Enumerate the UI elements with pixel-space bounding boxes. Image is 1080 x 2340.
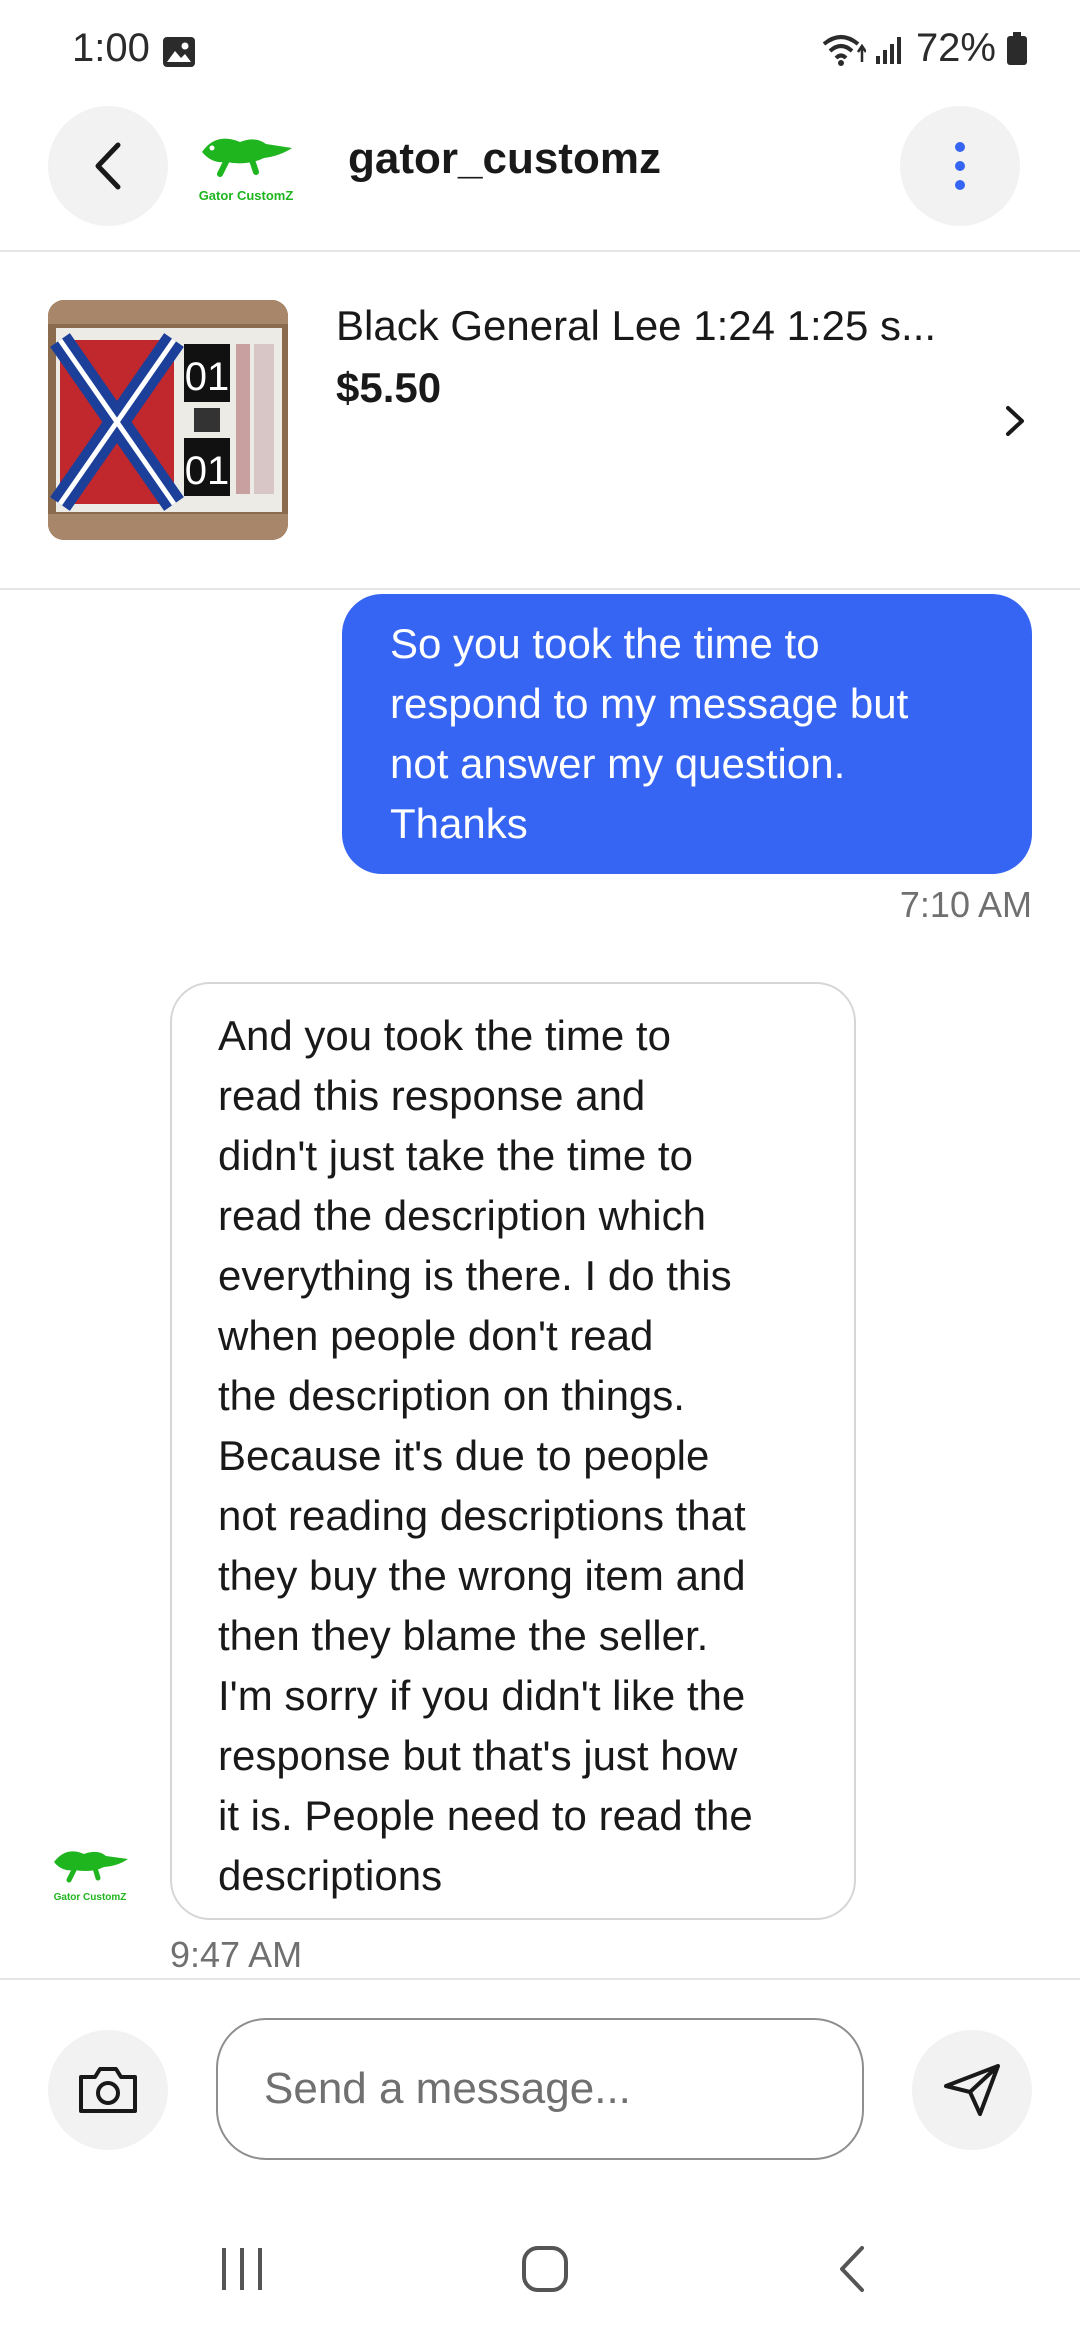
svg-text:01: 01 bbox=[185, 449, 230, 493]
item-thumbnail[interactable]: 01 01 bbox=[48, 300, 288, 540]
message-line: not answer my question. bbox=[390, 740, 846, 787]
logo-text: Gator CustomZ bbox=[199, 188, 294, 203]
message-line: then they blame the seller. bbox=[218, 1612, 709, 1659]
chevron-right-icon[interactable] bbox=[996, 396, 1036, 446]
send-button[interactable] bbox=[912, 2030, 1032, 2150]
status-time: 1:00 bbox=[72, 26, 150, 70]
more-vertical-icon bbox=[955, 142, 965, 190]
message-line: I'm sorry if you didn't like the bbox=[218, 1672, 746, 1719]
message-line: not reading descriptions that bbox=[218, 1492, 746, 1539]
conversation-header: Gator CustomZ gator_customz bbox=[0, 100, 1080, 252]
battery-percentage: 72% bbox=[915, 26, 996, 70]
incoming-message-time: 9:47 AM bbox=[170, 1934, 303, 1975]
decal-sheet-image: 01 01 bbox=[48, 300, 288, 540]
back-button[interactable] bbox=[48, 106, 168, 226]
message-line: descriptions bbox=[218, 1852, 443, 1899]
message-line: the description on things. bbox=[218, 1372, 685, 1419]
message-line: response but that's just how bbox=[218, 1732, 738, 1779]
message-line: didn't just take the time to bbox=[218, 1132, 693, 1179]
message-input[interactable] bbox=[216, 2018, 864, 2160]
message-line: read the description which bbox=[218, 1192, 706, 1239]
outgoing-message-bubble[interactable]: So you took the time to respond to my me… bbox=[342, 594, 1032, 874]
message-line: it is. People need to read the bbox=[218, 1792, 753, 1839]
more-options-button[interactable] bbox=[900, 106, 1020, 226]
message-line: they buy the wrong item and bbox=[218, 1552, 746, 1599]
home-icon[interactable] bbox=[520, 2244, 570, 2294]
image-icon bbox=[163, 37, 195, 67]
status-icons: 72% bbox=[820, 26, 1028, 71]
item-title[interactable]: Black General Lee 1:24 1:25 s... bbox=[336, 302, 936, 350]
avatar-logo-text: Gator CustomZ bbox=[54, 1892, 127, 1903]
item-card[interactable]: 01 01 Black General Lee 1:24 1:25 s... $… bbox=[0, 252, 1080, 590]
message-line: So you took the time to bbox=[390, 620, 820, 667]
seller-logo[interactable]: Gator CustomZ bbox=[196, 122, 296, 204]
message-line: read this response and bbox=[218, 1072, 646, 1119]
message-line: respond to my message but bbox=[390, 680, 909, 727]
wifi-icon bbox=[822, 34, 866, 66]
outgoing-message-time: 7:10 AM bbox=[899, 884, 1032, 925]
send-icon bbox=[944, 2064, 1000, 2116]
message-composer bbox=[0, 1978, 1080, 2180]
camera-button[interactable] bbox=[48, 2030, 168, 2150]
seller-name[interactable]: gator_customz bbox=[348, 134, 661, 184]
message-line: when people don't read bbox=[218, 1312, 654, 1359]
incoming-message-bubble[interactable]: And you took the time to read this respo… bbox=[170, 982, 856, 1920]
seller-avatar[interactable]: Gator CustomZ bbox=[50, 1838, 130, 1904]
signal-icon bbox=[875, 36, 901, 64]
system-navigation-bar bbox=[0, 2200, 1080, 2340]
back-arrow-icon bbox=[95, 142, 121, 190]
message-line: Because it's due to people bbox=[218, 1432, 710, 1479]
svg-text:01: 01 bbox=[185, 355, 230, 399]
message-line: everything is there. I do this bbox=[218, 1252, 732, 1299]
recent-apps-icon[interactable] bbox=[218, 2244, 268, 2294]
status-bar: 1:00 72% bbox=[0, 0, 1080, 100]
item-price: $5.50 bbox=[336, 364, 442, 411]
nav-back-icon[interactable] bbox=[832, 2244, 872, 2294]
message-line: Thanks bbox=[390, 800, 528, 847]
camera-icon bbox=[79, 2067, 137, 2113]
battery-icon bbox=[1007, 31, 1027, 65]
message-line: And you took the time to bbox=[218, 1012, 671, 1059]
